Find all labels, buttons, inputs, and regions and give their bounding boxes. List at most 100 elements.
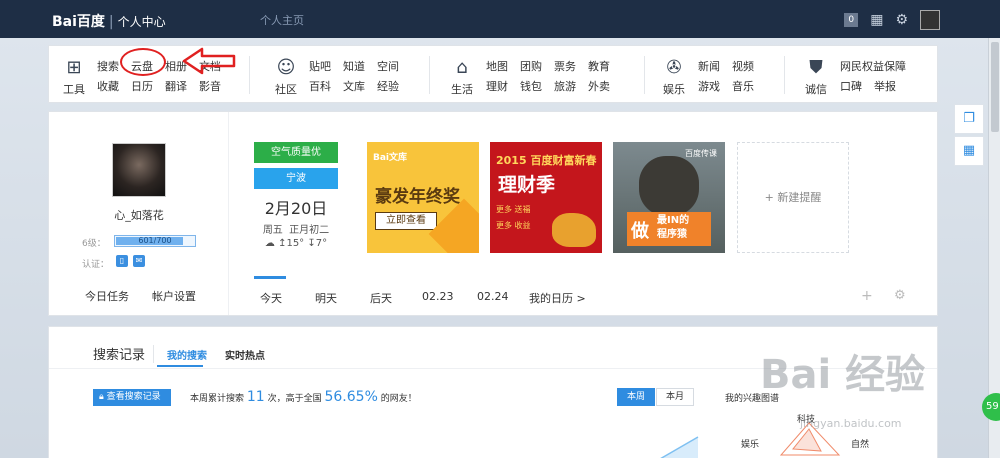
weather-temp: ☁ ↥15° ↧7° [254, 238, 338, 249]
add-icon[interactable]: + [861, 288, 873, 304]
annotation-circle [120, 48, 166, 76]
user-avatar-icon[interactable] [920, 10, 940, 30]
stats-suffix: 的网友！ [380, 394, 417, 404]
annotation-arrow-icon [182, 47, 236, 75]
community-icon[interactable]: ☺ [273, 57, 299, 78]
nav-item-zhidao[interactable]: 知道 [343, 58, 365, 78]
tab-today[interactable]: 今天 [260, 290, 282, 306]
week-toggle[interactable]: 本周 [617, 388, 655, 406]
stats-count: 11 [246, 389, 265, 405]
nav-item-translate[interactable]: 翻译 [165, 78, 187, 98]
tab-hot-topics[interactable]: 实时热点 [225, 347, 265, 362]
search-trend-chart [660, 436, 699, 458]
tab-date-0224[interactable]: 02.24 [477, 290, 509, 303]
grid-apps-icon[interactable]: ▦ [954, 136, 984, 166]
tools-label[interactable]: 工具 [61, 81, 87, 97]
banner-wenku[interactable]: Bai文库 豪发年终奖 立即查看 [367, 142, 479, 253]
header-icons: 0 ▦ ⚙ [844, 10, 940, 30]
new-reminder-button[interactable]: + 新建提醒 [737, 142, 849, 253]
stats-mid: 次，高于全国 [267, 394, 322, 404]
nav-item-news[interactable]: 新闻 [698, 58, 720, 78]
baidu-logo[interactable]: Bai百度 | 个人中心 [52, 11, 166, 31]
nav-item-reputation[interactable]: 口碑 [840, 78, 862, 98]
radar-label-ent: 娱乐 [741, 440, 760, 450]
nav-item-favorites[interactable]: 收藏 [97, 78, 119, 98]
gear-icon[interactable]: ⚙ [895, 13, 908, 27]
nav-item-media[interactable]: 影音 [199, 78, 221, 98]
personal-home-link[interactable]: 个人主页 [260, 12, 304, 28]
tab-my-search[interactable]: 我的搜索 [167, 347, 207, 362]
search-tab-indicator [157, 365, 203, 367]
nav-item-games[interactable]: 游戏 [698, 78, 720, 98]
tab-date-0223[interactable]: 02.23 [422, 290, 454, 303]
shield-icon[interactable]: ⛊ [803, 57, 829, 78]
tools-icon[interactable]: ⊞ [61, 57, 87, 78]
weather-date: 2月20日 [264, 199, 328, 218]
top-bar: Bai百度 | 个人中心 个人主页 0 ▦ ⚙ [0, 0, 1000, 38]
nav-item-report[interactable]: 举报 [874, 78, 896, 98]
community-label[interactable]: 社区 [273, 81, 299, 97]
tab-tomorrow[interactable]: 明天 [315, 290, 337, 306]
entertainment-label[interactable]: 娱乐 [661, 81, 687, 97]
air-quality-badge: 空气质量优 [254, 142, 338, 163]
trust-label[interactable]: 诚信 [803, 81, 829, 97]
calendar-icon[interactable]: ▦ [870, 13, 883, 27]
life-label[interactable]: 生活 [449, 81, 475, 97]
tab-day-after[interactable]: 后天 [370, 290, 392, 306]
phone-verify-icon[interactable]: ▯ [116, 255, 128, 267]
email-verify-icon[interactable]: ✉ [133, 255, 145, 267]
goat-illustration [552, 213, 596, 247]
banner-view-button[interactable]: 立即查看 [375, 212, 437, 230]
search-stats: 本周累计搜索 11 次，高于全国 56.65% 的网友！ [190, 389, 417, 405]
weekday: 周五 [262, 225, 283, 236]
weather-weekday-lunar: 周五 正月初二 [254, 221, 338, 236]
feedback-icon[interactable]: ❐ [954, 104, 984, 134]
nav-item-rights[interactable]: 网民权益保障 [840, 58, 906, 78]
nav-item-music[interactable]: 音乐 [732, 78, 754, 98]
calendar-tab-indicator [254, 276, 286, 279]
view-search-record-button[interactable]: 🔒︎ 查看搜索记录 [93, 389, 171, 406]
nav-item-groupbuy[interactable]: 团购 [520, 58, 542, 78]
entertainment-items: 新闻 游戏 视频 音乐 [698, 58, 754, 98]
month-toggle[interactable]: 本月 [656, 388, 694, 406]
watermark-logo: Bai 经验 [760, 352, 926, 398]
city-button[interactable]: 宁波 [254, 168, 338, 189]
settings-gear-icon[interactable]: ⚙ [894, 288, 906, 303]
nav-item-wenku[interactable]: 文库 [343, 78, 365, 98]
lunar-date: 正月初二 [289, 225, 330, 236]
nav-item-finance[interactable]: 理财 [486, 78, 508, 98]
nav-item-experience[interactable]: 经验 [377, 78, 399, 98]
logo-separator: | [108, 14, 114, 30]
nav-item-tieba[interactable]: 贴吧 [309, 58, 331, 78]
nav-item-travel[interactable]: 旅游 [554, 78, 576, 98]
floating-tools: ❐ ▦ [954, 104, 984, 168]
message-count-badge[interactable]: 0 [844, 13, 859, 27]
nav-item-wallet[interactable]: 钱包 [520, 78, 542, 98]
film-reel-icon[interactable]: ✇ [661, 57, 687, 78]
store-icon[interactable]: ⌂ [449, 57, 475, 78]
banner-finance[interactable]: 2015 百度财富新春 理财季 更多 送福 更多 收益 [490, 142, 602, 253]
daily-tasks-link[interactable]: 今日任务 [85, 288, 129, 304]
floating-badge[interactable]: 59 [982, 393, 1000, 421]
nav-item-calendar[interactable]: 日历 [131, 78, 153, 98]
level-progress-bar: 601/700 [114, 235, 196, 247]
nav-item-search[interactable]: 搜索 [97, 58, 119, 78]
nav-divider [429, 56, 430, 94]
nav-item-video[interactable]: 视频 [732, 58, 754, 78]
nav-item-tickets[interactable]: 票务 [554, 58, 576, 78]
banner-small-text: 最IN的 程序猿 [657, 215, 690, 240]
nav-item-education[interactable]: 教育 [588, 58, 610, 78]
nav-item-takeout[interactable]: 外卖 [588, 78, 610, 98]
scrollbar-thumb[interactable] [991, 42, 999, 132]
level-progress-text: 601/700 [138, 236, 172, 245]
username[interactable]: 心_如落花 [49, 207, 229, 223]
nav-divider [249, 56, 250, 94]
banner-chuanke[interactable]: 百度传课 做 最IN的 程序猿 [613, 142, 725, 253]
account-settings-link[interactable]: 帐户设置 [152, 288, 196, 304]
banner-title: 豪发年终奖 [375, 187, 460, 207]
avatar[interactable] [112, 143, 166, 197]
tab-my-calendar[interactable]: 我的日历 > [529, 290, 586, 306]
nav-item-baike[interactable]: 百科 [309, 78, 331, 98]
nav-item-map[interactable]: 地图 [486, 58, 508, 78]
nav-item-space[interactable]: 空间 [377, 58, 399, 78]
